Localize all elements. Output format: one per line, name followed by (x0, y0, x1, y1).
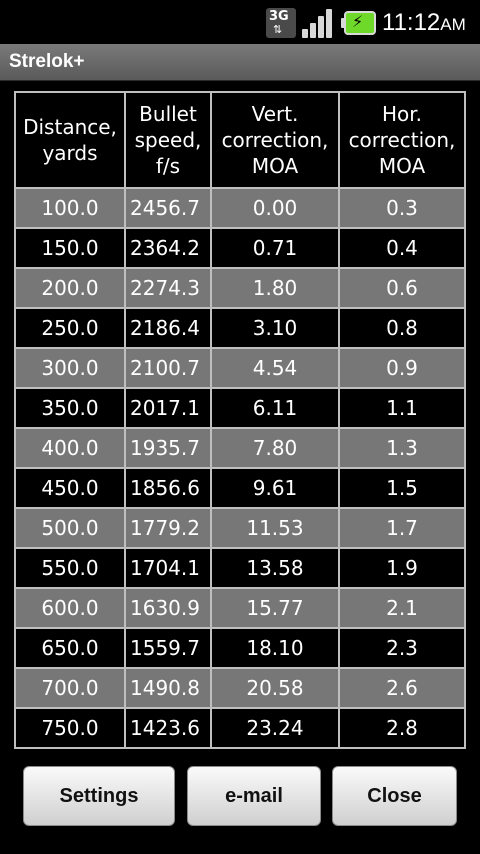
cell-vertical-correction: 7.80 (212, 429, 338, 467)
cell-horizontal-correction: 0.4 (340, 229, 464, 267)
cell-vertical-correction: 18.10 (212, 629, 338, 667)
cell-distance: 200.0 (16, 269, 124, 307)
cell-distance: 700.0 (16, 669, 124, 707)
cell-vertical-correction: 20.58 (212, 669, 338, 707)
cell-vertical-correction: 3.10 (212, 309, 338, 347)
cell-horizontal-correction: 2.1 (340, 589, 464, 627)
app-title: Strelok+ (9, 51, 85, 72)
cell-horizontal-correction: 2.8 (340, 709, 464, 747)
cell-horizontal-correction: 2.6 (340, 669, 464, 707)
email-button[interactable]: e-mail (187, 766, 321, 826)
table-row: 600.0 1630.9 15.77 2.1 (16, 589, 464, 627)
table-row: 750.0 1423.6 23.24 2.8 (16, 709, 464, 747)
cell-bullet-speed: 1779.2 (126, 509, 210, 547)
table-row: 100.0 2456.7 0.00 0.3 (16, 189, 464, 227)
header-vertical-correction: Vert. correction, MOA (212, 93, 338, 187)
battery-charging-icon: ⚡ (341, 11, 376, 35)
status-clock: 11:12AM (382, 9, 466, 36)
cell-bullet-speed: 2100.7 (126, 349, 210, 387)
header-horizontal-correction: Hor. correction, MOA (340, 93, 464, 187)
cell-bullet-speed: 1935.7 (126, 429, 210, 467)
table-row: 700.0 1490.8 20.58 2.6 (16, 669, 464, 707)
cell-vertical-correction: 1.80 (212, 269, 338, 307)
cell-horizontal-correction: 0.3 (340, 189, 464, 227)
cell-distance: 550.0 (16, 549, 124, 587)
cell-bullet-speed: 2456.7 (126, 189, 210, 227)
table-row: 450.0 1856.6 9.61 1.5 (16, 469, 464, 507)
app-title-bar: Strelok+ (0, 44, 480, 81)
table-row: 300.0 2100.7 4.54 0.9 (16, 349, 464, 387)
cell-distance: 650.0 (16, 629, 124, 667)
cell-vertical-correction: 11.53 (212, 509, 338, 547)
table-row: 400.0 1935.7 7.80 1.3 (16, 429, 464, 467)
cell-distance: 600.0 (16, 589, 124, 627)
cell-distance: 500.0 (16, 509, 124, 547)
cell-distance: 750.0 (16, 709, 124, 747)
cell-vertical-correction: 9.61 (212, 469, 338, 507)
cell-horizontal-correction: 2.3 (340, 629, 464, 667)
cell-bullet-speed: 1423.6 (126, 709, 210, 747)
signal-strength-icon (302, 8, 334, 38)
cell-bullet-speed: 1856.6 (126, 469, 210, 507)
cell-horizontal-correction: 1.9 (340, 549, 464, 587)
cell-horizontal-correction: 1.3 (340, 429, 464, 467)
table-header-row: Distance, yards Bullet speed, f/s Vert. corr… (16, 93, 464, 187)
cell-vertical-correction: 23.24 (212, 709, 338, 747)
table-row: 150.0 2364.2 0.71 0.4 (16, 229, 464, 267)
cell-horizontal-correction: 0.9 (340, 349, 464, 387)
cell-vertical-correction: 0.71 (212, 229, 338, 267)
cell-bullet-speed: 2017.1 (126, 389, 210, 427)
cell-distance: 150.0 (16, 229, 124, 267)
cell-distance: 350.0 (16, 389, 124, 427)
network-type-label: 3G (269, 9, 289, 24)
cell-distance: 100.0 (16, 189, 124, 227)
close-button[interactable]: Close (332, 766, 457, 826)
header-bullet-speed: Bullet speed, f/s (126, 93, 210, 187)
settings-button[interactable]: Settings (23, 766, 175, 826)
cell-bullet-speed: 2274.3 (126, 269, 210, 307)
cell-bullet-speed: 1559.7 (126, 629, 210, 667)
cell-horizontal-correction: 0.8 (340, 309, 464, 347)
cell-vertical-correction: 6.11 (212, 389, 338, 427)
cell-bullet-speed: 1490.8 (126, 669, 210, 707)
cell-horizontal-correction: 1.5 (340, 469, 464, 507)
cell-distance: 400.0 (16, 429, 124, 467)
cell-bullet-speed: 2364.2 (126, 229, 210, 267)
cell-horizontal-correction: 1.1 (340, 389, 464, 427)
cell-bullet-speed: 1704.1 (126, 549, 210, 587)
table-row: 650.0 1559.7 18.10 2.3 (16, 629, 464, 667)
cell-distance: 250.0 (16, 309, 124, 347)
cell-bullet-speed: 2186.4 (126, 309, 210, 347)
cell-vertical-correction: 15.77 (212, 589, 338, 627)
cell-vertical-correction: 4.54 (212, 349, 338, 387)
cell-distance: 300.0 (16, 349, 124, 387)
table-row: 550.0 1704.1 13.58 1.9 (16, 549, 464, 587)
cell-vertical-correction: 0.00 (212, 189, 338, 227)
header-distance: Distance, yards (16, 93, 124, 187)
status-bar: 3G ⇅ ⚡ 11:12AM (0, 0, 480, 44)
cell-vertical-correction: 13.58 (212, 549, 338, 587)
ballistic-table-area[interactable]: Distance, yards Bullet speed, f/s Vert. corr… (0, 81, 480, 749)
table-row: 200.0 2274.3 1.80 0.6 (16, 269, 464, 307)
cell-bullet-speed: 1630.9 (126, 589, 210, 627)
table-row: 500.0 1779.2 11.53 1.7 (16, 509, 464, 547)
ballistic-table: Distance, yards Bullet speed, f/s Vert. corr… (14, 91, 466, 749)
bottom-button-bar: Settings e-mail Close (0, 749, 480, 854)
table-row: 250.0 2186.4 3.10 0.8 (16, 309, 464, 347)
cell-distance: 450.0 (16, 469, 124, 507)
3g-data-icon: 3G ⇅ (266, 8, 296, 38)
cell-horizontal-correction: 1.7 (340, 509, 464, 547)
table-row: 350.0 2017.1 6.11 1.1 (16, 389, 464, 427)
cell-horizontal-correction: 0.6 (340, 269, 464, 307)
